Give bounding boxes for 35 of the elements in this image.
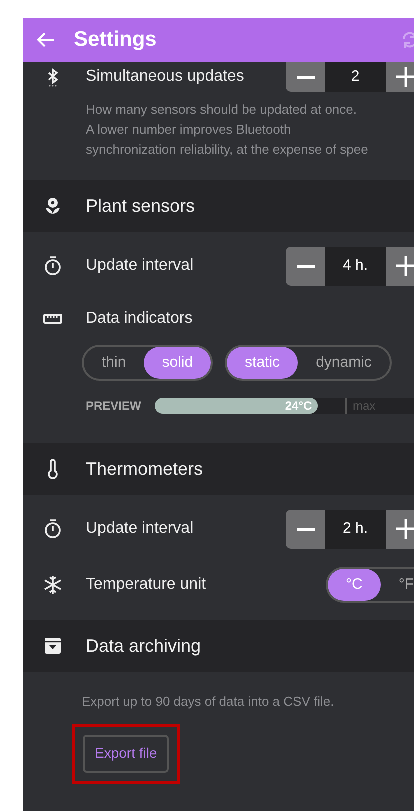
timer-icon (43, 256, 63, 276)
setting-description: How many sensors should be updated at once. A lower number improves Bluetooth synchronization reliability, at the expense of spee (85, 101, 370, 159)
flower-icon (43, 196, 63, 216)
toggle-option[interactable]: dynamic (298, 347, 390, 379)
section-title: Data archiving (86, 634, 202, 658)
toggle-option[interactable]: °C (328, 569, 381, 601)
toggle-option[interactable]: °F (380, 569, 414, 601)
setting-label: Temperature unit (86, 575, 208, 595)
toggle-option[interactable]: solid (144, 347, 212, 379)
minus-icon (296, 528, 314, 530)
stepper-value[interactable]: 2 h. (325, 510, 386, 548)
export-button[interactable]: Export file (83, 734, 170, 772)
section-title: Thermometers (86, 458, 204, 480)
toggle-option[interactable]: static (227, 347, 298, 379)
setting-label: Simultaneous updates (86, 67, 246, 87)
toggle-option[interactable]: thin (84, 347, 144, 379)
setting-label: Update interval (86, 256, 195, 276)
plus-icon (396, 67, 414, 87)
minus-icon (296, 76, 314, 78)
stepper-value[interactable]: 4 h. (325, 246, 386, 286)
timer-icon (43, 519, 63, 539)
screen-title: Settings (74, 27, 157, 54)
section-title: Plant sensors (86, 194, 196, 218)
preview-label: PREVIEW (86, 398, 142, 415)
plus-icon (396, 519, 414, 539)
archive-icon (43, 636, 63, 656)
snowflake-icon (43, 575, 63, 595)
preview-fill: 24°C (155, 398, 318, 414)
minus-icon (296, 264, 314, 268)
plus-icon (396, 256, 414, 276)
back-arrow-icon[interactable] (36, 30, 56, 50)
stepper-value[interactable]: 2 (325, 62, 386, 92)
setting-label: Data indicators (86, 309, 193, 329)
export-description: Export up to 90 days of data into a CSV file. (81, 693, 336, 711)
setting-label: Update interval (86, 519, 195, 539)
